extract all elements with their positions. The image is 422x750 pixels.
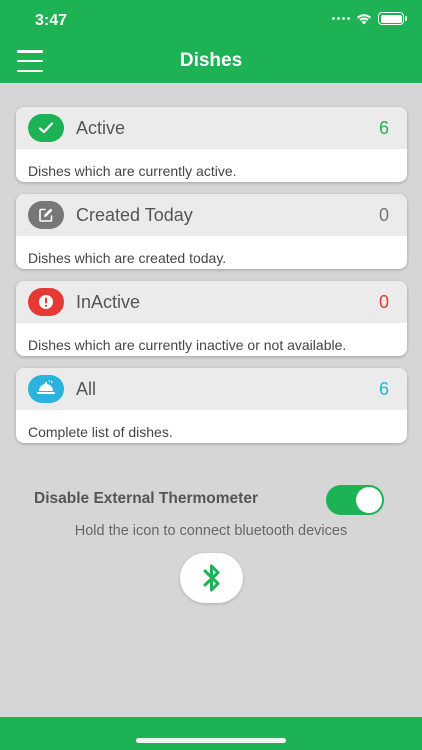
card-all[interactable]: All 6 Complete list of dishes. [16, 368, 407, 443]
card-header: InActive 0 [16, 281, 407, 323]
page-title: Dishes [179, 50, 243, 71]
thermometer-toggle[interactable] [326, 485, 384, 515]
card-description: Dishes which are created today. [28, 250, 227, 266]
status-icons [332, 12, 407, 25]
card-header: Created Today 0 [16, 194, 407, 236]
thermometer-label: Disable External Thermometer [34, 490, 258, 507]
card-count: 0 [378, 291, 389, 312]
bluetooth-hint: Hold the icon to connect bluetooth devic… [74, 523, 348, 539]
card-count: 0 [378, 204, 389, 225]
card-title: Active [76, 117, 126, 138]
card-description: Dishes which are currently active. [28, 163, 237, 179]
status-time: 3:47 [35, 12, 68, 29]
app-header: 3:47 Dishes [0, 0, 422, 83]
card-title: InActive [76, 291, 141, 312]
bottom-bar [0, 717, 422, 750]
toggle-knob [356, 487, 382, 513]
card-title: Created Today [76, 204, 193, 225]
card-created-today[interactable]: Created Today 0 Dishes which are created… [16, 194, 407, 269]
card-header: Active 6 [16, 107, 407, 149]
checkmark-icon [28, 114, 64, 142]
card-count: 6 [378, 117, 389, 138]
card-header: All 6 [16, 368, 407, 410]
signal-icon [332, 17, 350, 20]
card-description: Complete list of dishes. [28, 424, 173, 440]
card-count: 6 [378, 378, 389, 399]
bluetooth-icon [203, 564, 219, 592]
bluetooth-button[interactable] [180, 553, 243, 603]
card-active[interactable]: Active 6 Dishes which are currently acti… [16, 107, 407, 182]
card-inactive[interactable]: InActive 0 Dishes which are currently in… [16, 281, 407, 356]
battery-icon [378, 12, 407, 25]
dish-icon [28, 375, 64, 403]
card-description: Dishes which are currently inactive or n… [28, 337, 347, 353]
wifi-icon [357, 13, 371, 24]
alert-icon [28, 288, 64, 316]
card-title: All [76, 378, 97, 399]
home-indicator[interactable] [136, 738, 286, 743]
edit-icon [28, 201, 64, 229]
